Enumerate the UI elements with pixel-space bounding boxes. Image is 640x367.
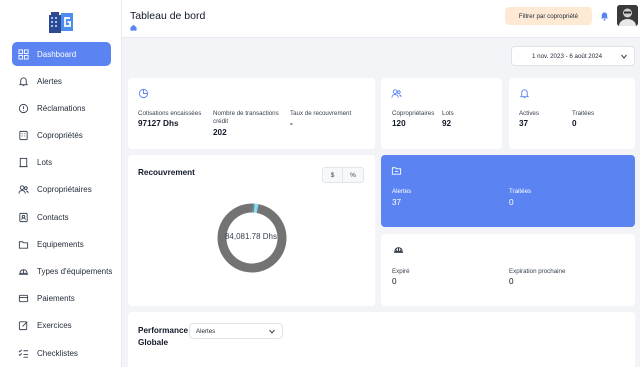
sidebar-item-label: Types d'équipements	[37, 267, 113, 276]
page-title: Tableau de bord	[130, 10, 206, 22]
taux-value: -	[290, 119, 293, 128]
chevron-down-icon	[621, 54, 627, 59]
bell-icon	[519, 89, 530, 99]
sidebar-item-label: Checklistes	[37, 348, 78, 358]
sidebar-item-label: Réclamations	[37, 103, 86, 113]
sidebar-item-label: Dashboard	[37, 49, 77, 59]
sidebar-item-reclamations[interactable]: Réclamations	[12, 96, 111, 120]
alerts-traitees-value: 0	[572, 119, 577, 128]
alert-circle-icon	[18, 103, 29, 113]
donut-total: 84,081.78 Dhs	[224, 232, 278, 241]
performance-select[interactable]: Alertes	[189, 323, 283, 339]
sidebar-item-types-equipements[interactable]: Types d'équipements	[12, 260, 113, 284]
building-logo-icon	[49, 12, 73, 33]
alerts-traitees-label: Traitées	[572, 110, 595, 117]
performance-card: Performance Globale	[128, 312, 635, 367]
reclamations-card: Alertes 37 Traitées 0	[381, 155, 635, 227]
sidebar-item-coproprietes[interactable]: Copropriétés	[12, 124, 111, 148]
reclamations-alertes-label: Alertes	[392, 188, 412, 195]
door-icon	[19, 158, 28, 168]
folder-icon	[18, 241, 29, 249]
reclamations-traitees-label: Traitées	[509, 188, 532, 195]
date-range-picker[interactable]: 1 nov. 2023 - 6 août 2024	[511, 46, 635, 66]
edit-icon	[18, 321, 28, 331]
helmet-icon	[18, 269, 29, 275]
recouvrement-title: Recouvrement	[138, 168, 195, 177]
currency-toggle-button[interactable]: $	[322, 167, 343, 183]
actives-value: 37	[519, 119, 529, 128]
checklist-icon	[18, 349, 29, 358]
coproprietaires-value: 120	[392, 119, 406, 128]
grid-icon	[18, 48, 29, 60]
sidebar-item-label: Lots	[37, 158, 53, 168]
sidebar-item-checklistes[interactable]: Checklistes	[12, 341, 111, 365]
actives-label: Actives	[519, 110, 539, 117]
cotisations-value: 97127 Dhs	[138, 119, 179, 128]
sidebar: Dashboard Alertes Réclamations Coproprié…	[0, 0, 122, 367]
bell-icon	[18, 77, 29, 86]
sidebar-item-label: Alertes	[37, 76, 62, 86]
stats-card: Cotisations encaissées 97127 Dhs Nombre …	[128, 78, 375, 149]
user-photo-icon	[617, 5, 638, 26]
sidebar-item-lots[interactable]: Lots	[12, 151, 111, 175]
ownership-card: Copropriétaires 120 Lots 92	[381, 78, 502, 149]
avatar[interactable]	[617, 5, 638, 26]
sidebar-item-contacts[interactable]: Contacts	[12, 205, 111, 229]
transactions-label: Nombre de transactions crédit	[213, 110, 279, 125]
sidebar-item-label: Equipements	[37, 239, 84, 249]
alerts-card: Actives 37 Traitées 0	[509, 78, 635, 149]
lots-label: Lots	[442, 110, 454, 117]
date-range-value: 1 nov. 2023 - 6 août 2024	[532, 52, 603, 60]
users-icon	[18, 185, 29, 195]
expire-label: Expiré	[392, 268, 410, 275]
notification-bell-icon[interactable]	[600, 11, 609, 21]
equipment-card: Expiré 0 Expiration prochaine 0	[381, 234, 635, 306]
reclamations-traitees-value: 0	[509, 198, 514, 207]
expire-value: 0	[392, 277, 397, 286]
top-bar: Tableau de bord Filtrer par copropriété	[122, 0, 640, 38]
sidebar-item-exercices[interactable]: Exercices	[12, 314, 111, 338]
sidebar-item-dashboard[interactable]: Dashboard	[12, 42, 111, 66]
expiration-label: Expiration prochaine	[509, 268, 566, 275]
users-icon	[391, 89, 402, 98]
sidebar-item-equipements[interactable]: Equipements	[12, 232, 111, 256]
credit-card-icon	[18, 295, 29, 303]
sidebar-item-coproprietaires[interactable]: Copropriétaires	[12, 178, 111, 202]
filter-copropriete-button[interactable]: Filtrer par copropriété	[505, 7, 592, 25]
reclamations-alertes-value: 37	[392, 198, 402, 207]
sidebar-item-label: Exercices	[37, 321, 72, 331]
sidebar-item-label: Paiements	[37, 294, 75, 304]
contact-card-icon	[19, 212, 28, 222]
pie-chart-icon	[138, 88, 149, 99]
sidebar-item-paiements[interactable]: Paiements	[12, 287, 111, 311]
home-icon[interactable]	[130, 24, 137, 31]
folder-icon	[391, 167, 402, 175]
cotisations-label: Cotisations encaissées	[138, 110, 202, 117]
expiration-value: 0	[509, 277, 514, 286]
chevron-down-icon	[269, 329, 275, 334]
building-icon	[19, 130, 28, 141]
sidebar-nav: Dashboard Alertes Réclamations Coproprié…	[12, 42, 113, 367]
taux-label: Taux de recouvrement	[290, 110, 352, 117]
sidebar-item-label: Copropriétaires	[37, 185, 92, 195]
helmet-icon	[393, 247, 404, 253]
sidebar-item-label: Copropriétés	[37, 131, 83, 141]
lots-value: 92	[442, 119, 452, 128]
recouvrement-card: Recouvrement $ % 84,081.78 Dhs	[128, 155, 375, 306]
percent-toggle-button[interactable]: %	[343, 167, 364, 183]
coproprietaires-label: Copropriétaires	[392, 110, 435, 117]
sidebar-item-alertes[interactable]: Alertes	[12, 69, 111, 93]
transactions-value: 202	[213, 128, 227, 137]
performance-title: Performance Globale	[138, 326, 189, 347]
performance-select-value: Alertes	[196, 327, 216, 335]
sidebar-item-label: Contacts	[37, 212, 69, 222]
